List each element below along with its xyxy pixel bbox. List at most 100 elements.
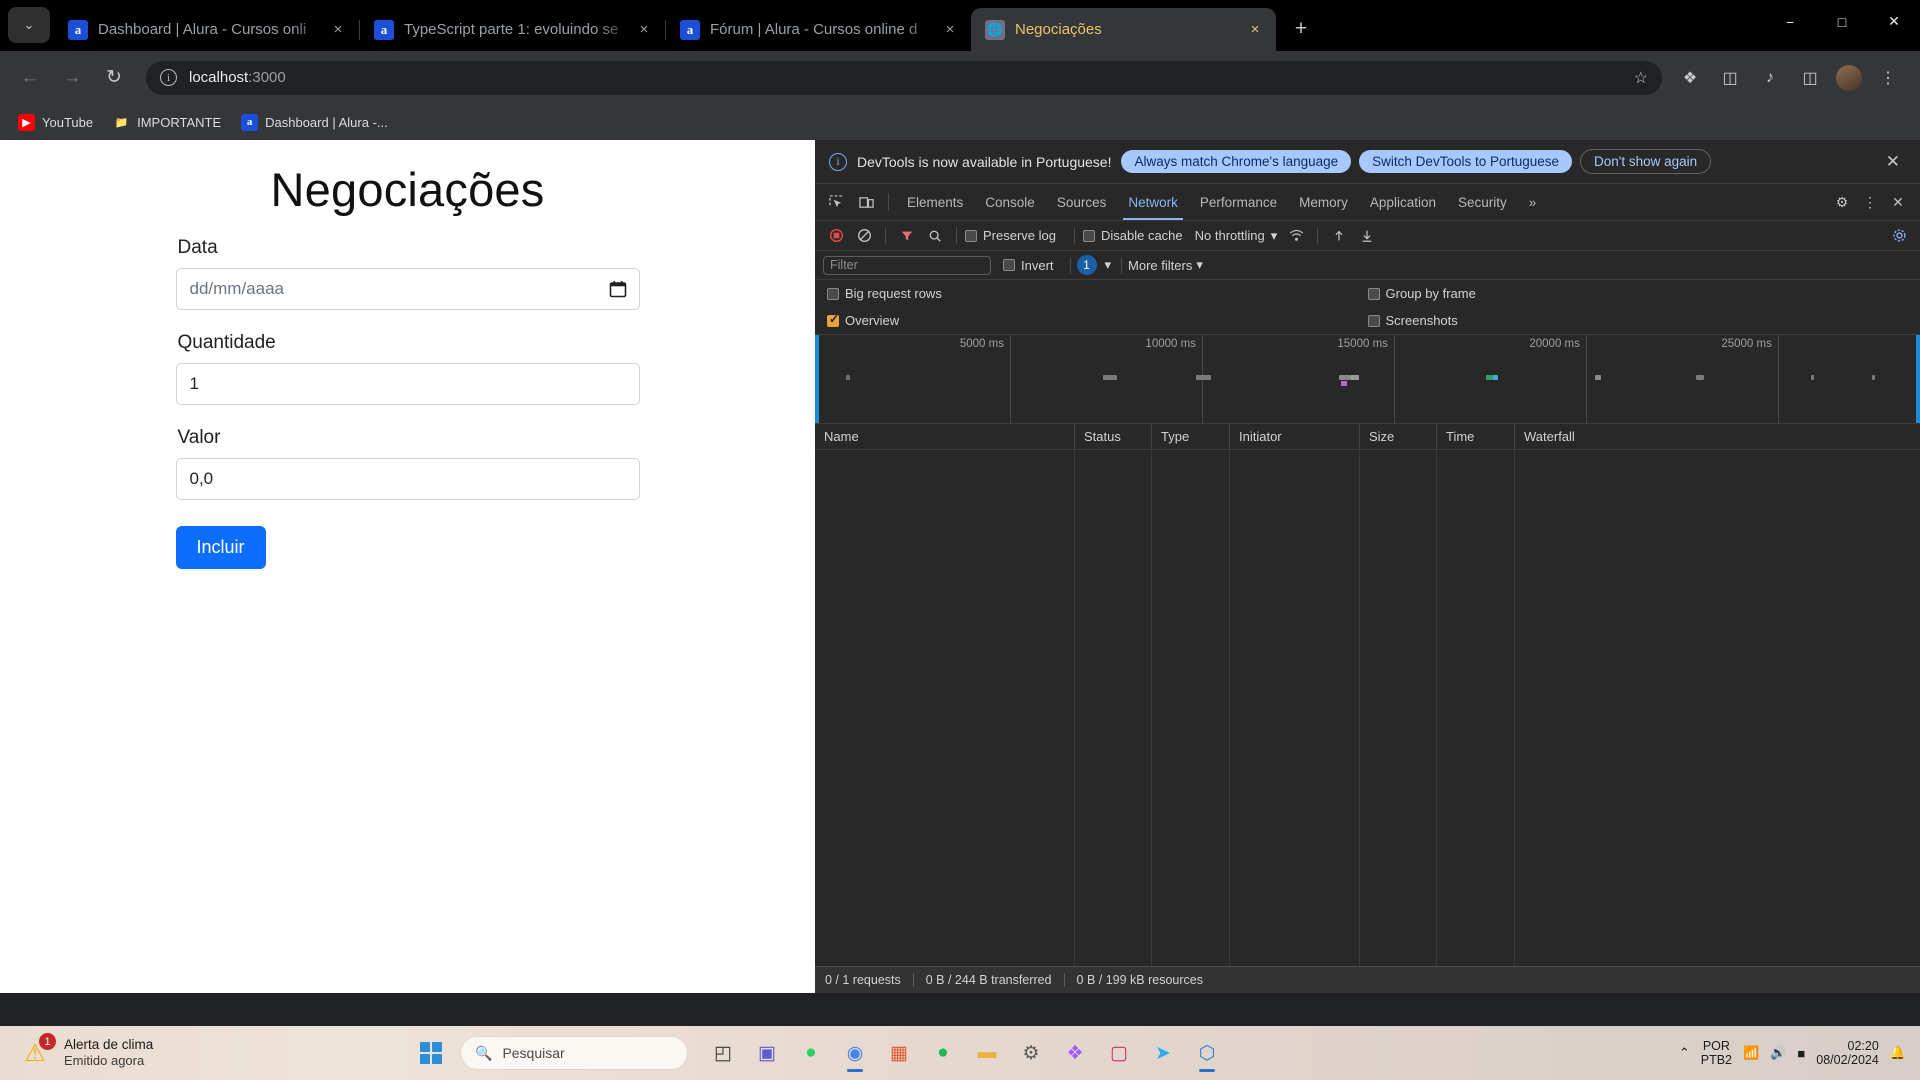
avatar[interactable] — [1836, 64, 1862, 91]
bookmark-dashboard-alura[interactable]: a Dashboard | Alura -... — [233, 109, 396, 135]
date-input[interactable]: dd/mm/aaaa — [175, 268, 640, 310]
overview-right-handle[interactable] — [1916, 335, 1920, 423]
disable-cache-checkbox[interactable]: Disable cache — [1082, 228, 1183, 243]
tab-close-icon[interactable]: × — [1244, 19, 1266, 41]
network-settings-gear-icon[interactable] — [1886, 224, 1912, 248]
instagram-icon[interactable]: ▢ — [1098, 1032, 1140, 1074]
window-minimize-button[interactable]: − — [1764, 0, 1816, 43]
back-icon[interactable]: ← — [12, 60, 48, 96]
wifi-icon[interactable]: 📶 — [1743, 1045, 1759, 1061]
incluir-submit-button[interactable]: Incluir — [175, 526, 266, 569]
gear-icon[interactable]: ⚙ — [1828, 194, 1856, 211]
battery-icon[interactable]: ■ — [1797, 1046, 1805, 1061]
forward-icon[interactable]: → — [54, 60, 90, 96]
active-filter-count-badge[interactable]: 1 — [1076, 255, 1097, 275]
new-tab-button[interactable]: + — [1284, 12, 1318, 46]
devtools-tab-elements[interactable]: Elements — [896, 184, 974, 220]
devtools-tab-application[interactable]: Application — [1359, 184, 1447, 220]
value-input[interactable]: 0,0 — [175, 458, 640, 500]
task-view-icon[interactable]: ◰ — [702, 1032, 744, 1074]
photos-icon[interactable]: ▦ — [878, 1032, 920, 1074]
screenshots-checkbox[interactable]: Screenshots — [1367, 313, 1458, 328]
group-by-frame-checkbox[interactable]: Group by frame — [1367, 286, 1476, 301]
figma-icon[interactable]: ❖ — [1054, 1032, 1096, 1074]
telegram-icon[interactable]: ➤ — [1142, 1032, 1184, 1074]
network-conditions-icon[interactable] — [1283, 224, 1309, 248]
clock[interactable]: 02:20 08/02/2024 — [1816, 1039, 1879, 1068]
more-filters-chevron-down-icon[interactable]: ▾ — [1196, 257, 1203, 273]
throttling-select[interactable]: No throttling — [1195, 228, 1265, 243]
bookmark-youtube[interactable]: ▶ YouTube — [10, 109, 101, 135]
tab-close-icon[interactable]: × — [327, 19, 349, 41]
kebab-menu-icon[interactable]: ⋮ — [1868, 60, 1908, 96]
extensions-icon[interactable]: ◫ — [1710, 60, 1750, 96]
preserve-log-checkbox[interactable]: Preserve log — [965, 228, 1056, 243]
volume-icon[interactable]: 🔊 — [1770, 1045, 1786, 1061]
always-match-language-button[interactable]: Always match Chrome's language — [1121, 150, 1352, 173]
browser-tab-0[interactable]: a Dashboard | Alura - Cursos onli × — [54, 8, 359, 51]
record-stop-icon[interactable] — [823, 224, 849, 248]
dont-show-again-button[interactable]: Don't show again — [1580, 149, 1712, 174]
column-header-time[interactable]: Time — [1437, 424, 1515, 449]
notice-close-icon[interactable]: ✕ — [1880, 152, 1906, 172]
calendar-icon[interactable] — [609, 280, 627, 298]
devtools-tab-network[interactable]: Network — [1117, 184, 1189, 220]
devtools-tab-performance[interactable]: Performance — [1189, 184, 1288, 220]
address-bar[interactable]: i localhost:3000 ☆ — [146, 60, 1662, 95]
export-har-icon[interactable] — [1354, 224, 1380, 248]
column-header-type[interactable]: Type — [1152, 424, 1230, 449]
switch-devtools-language-button[interactable]: Switch DevTools to Portuguese — [1359, 150, 1573, 173]
tab-close-icon[interactable]: × — [633, 19, 655, 41]
devtools-tab-memory[interactable]: Memory — [1288, 184, 1359, 220]
browser-tab-1[interactable]: a TypeScript parte 1: evoluindo se × — [360, 8, 665, 51]
devtools-tab-console[interactable]: Console — [974, 184, 1046, 220]
side-panel-icon[interactable]: ◫ — [1790, 60, 1830, 96]
column-header-size[interactable]: Size — [1360, 424, 1437, 449]
column-header-status[interactable]: Status — [1075, 424, 1152, 449]
tab-close-icon[interactable]: × — [939, 19, 961, 41]
column-header-waterfall[interactable]: Waterfall — [1515, 424, 1920, 449]
reload-icon[interactable]: ↻ — [96, 60, 132, 96]
bookmark-importante[interactable]: 📁 IMPORTANTE — [105, 109, 229, 135]
invert-checkbox[interactable]: Invert — [1003, 258, 1054, 273]
tray-chevron-up-icon[interactable]: ⌃ — [1679, 1045, 1690, 1061]
filter-icon[interactable] — [894, 224, 920, 248]
browser-tab-3-active[interactable]: 🌐 Negociações × — [971, 8, 1276, 51]
inspect-element-icon[interactable] — [821, 184, 851, 220]
column-header-name[interactable]: Name — [815, 424, 1075, 449]
quantity-input[interactable]: 1 — [175, 363, 640, 405]
device-toolbar-icon[interactable] — [851, 184, 881, 220]
window-close-button[interactable]: ✕ — [1868, 0, 1920, 43]
clear-icon[interactable] — [851, 224, 877, 248]
settings-icon[interactable]: ⚙ — [1010, 1032, 1052, 1074]
vscode-icon[interactable]: ⬡ — [1186, 1032, 1228, 1074]
search-input[interactable]: 🔍 Pesquisar — [460, 1036, 688, 1070]
column-header-initiator[interactable]: Initiator — [1230, 424, 1360, 449]
devtools-tab-security[interactable]: Security — [1447, 184, 1518, 220]
chevron-down-icon[interactable]: ▾ — [1271, 228, 1278, 244]
filter-type-chevron-down-icon[interactable]: ▾ — [1105, 257, 1112, 273]
spotify-icon[interactable]: ● — [922, 1032, 964, 1074]
browser-tab-2[interactable]: a Fórum | Alura - Cursos online d × — [666, 8, 971, 51]
site-info-icon[interactable]: i — [160, 69, 177, 86]
devtools-tabs-overflow[interactable]: » — [1518, 184, 1548, 220]
overview-checkbox[interactable]: Overview — [827, 312, 899, 328]
media-control-icon[interactable]: ♪ — [1750, 60, 1790, 96]
whatsapp-icon[interactable]: ● — [790, 1032, 832, 1074]
window-maximize-button[interactable]: □ — [1816, 0, 1868, 43]
notification-bell-icon[interactable]: 🔔 — [1890, 1045, 1906, 1061]
file-explorer-icon[interactable]: ▬ — [966, 1032, 1008, 1074]
language-indicator[interactable]: POR PTB2 — [1701, 1039, 1732, 1068]
start-icon[interactable] — [420, 1042, 442, 1064]
network-overview-timeline[interactable]: 5000 ms 10000 ms 15000 ms 20000 ms 25000… — [815, 334, 1920, 424]
weather-widget[interactable]: ⚠ 1 Alerta de clima Emitido agora — [0, 1033, 420, 1070]
devtools-tab-sources[interactable]: Sources — [1046, 184, 1118, 220]
extension-puzzle-icon[interactable]: ❖ — [1670, 60, 1710, 96]
chrome-icon[interactable]: ◉ — [834, 1032, 876, 1074]
big-request-rows-checkbox[interactable]: Big request rows — [827, 286, 942, 301]
kebab-menu-icon[interactable]: ⋮ — [1856, 194, 1884, 211]
filter-input[interactable]: Filter — [823, 255, 991, 275]
close-icon[interactable]: ✕ — [1884, 194, 1912, 211]
search-icon[interactable] — [922, 224, 948, 248]
teams-icon[interactable]: ▣ — [746, 1032, 788, 1074]
